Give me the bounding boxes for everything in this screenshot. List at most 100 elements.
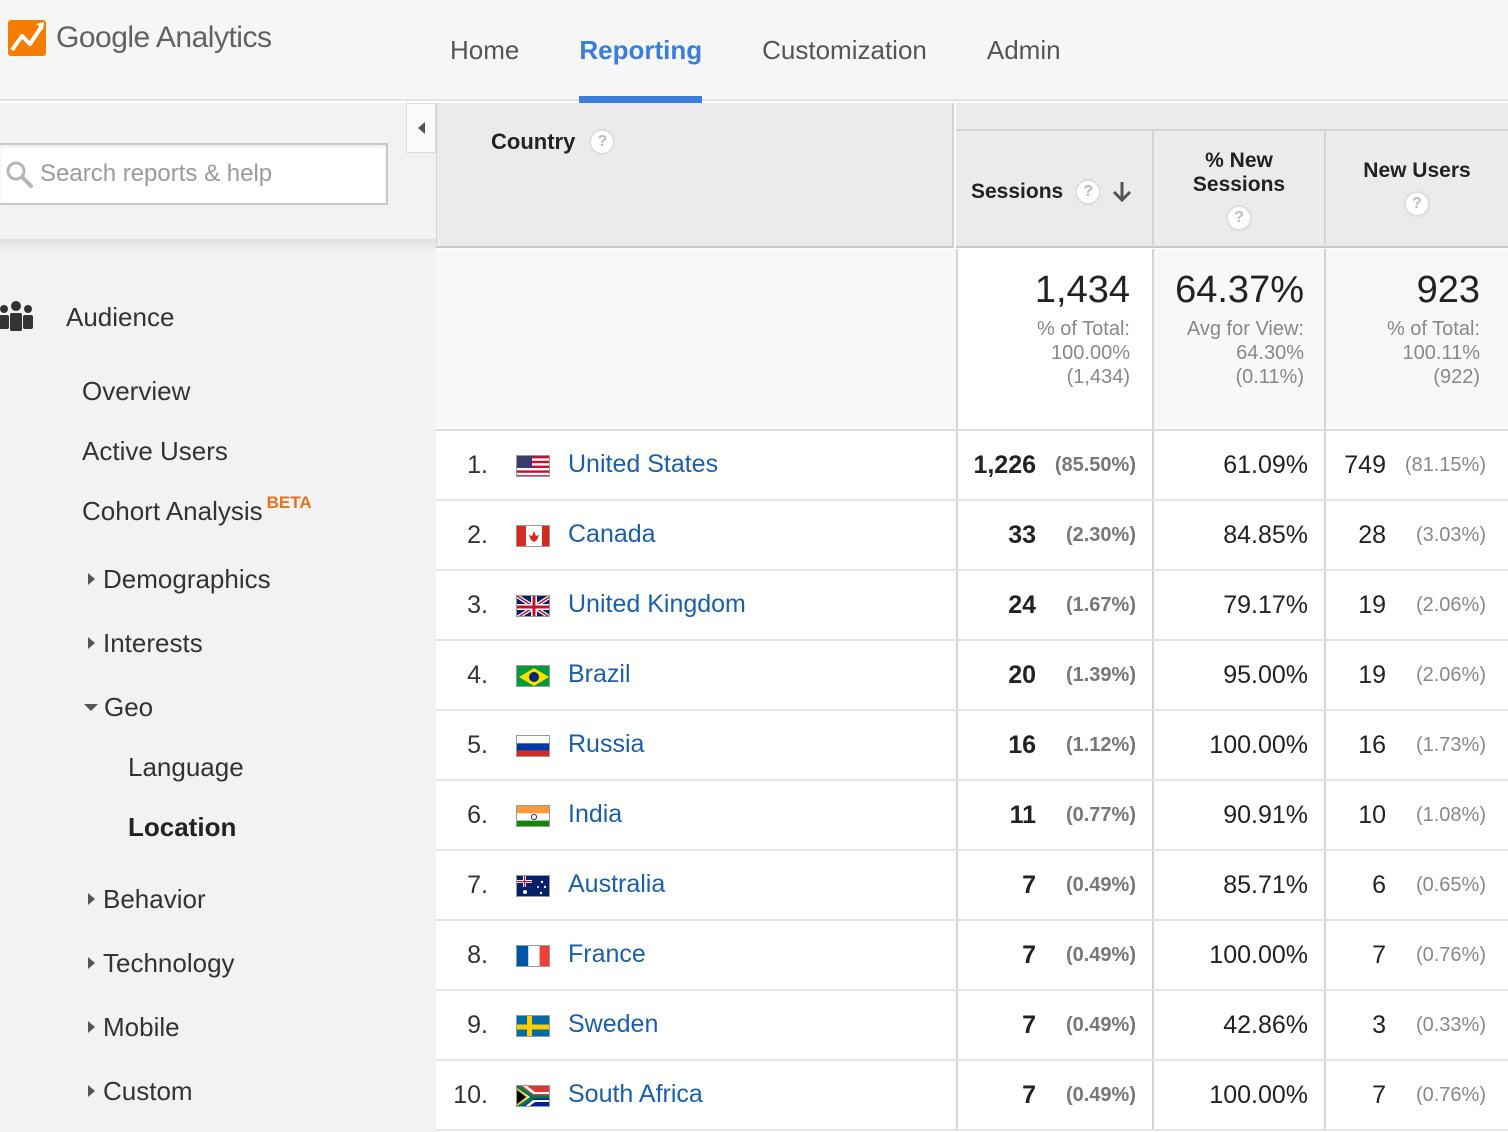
sidebar-item-geo[interactable]: Geo	[84, 687, 153, 727]
table-row: 1. United States 1,226 (85.50%) 61.09% 749 (81…	[436, 431, 1508, 501]
country-link[interactable]: South Africa	[568, 1080, 703, 1109]
new-sessions-cell: 100.00%	[1154, 921, 1326, 989]
sidebar-item-label: Cohort Analysis	[82, 495, 263, 526]
sidebar-item-language[interactable]: Language	[128, 747, 244, 787]
new-sessions-header[interactable]: % New Sessions ?	[1154, 131, 1326, 248]
country-link[interactable]: Canada	[568, 520, 656, 549]
sessions-percent: (85.50%)	[1054, 454, 1136, 476]
country-link[interactable]: United States	[568, 450, 718, 479]
sessions-cell: 16 (1.12%)	[956, 711, 1154, 779]
ca-flag-icon	[516, 525, 550, 547]
new-users-header[interactable]: New Users ?	[1326, 131, 1508, 248]
table-row: 5. Russia 16 (1.12%) 100.00% 16 (1.73%)	[436, 711, 1508, 781]
sidebar-item-active-users[interactable]: Active Users	[82, 431, 228, 471]
nav-customization[interactable]: Customization	[732, 0, 957, 101]
collapse-sidebar-button[interactable]	[406, 103, 436, 153]
country-link[interactable]: India	[568, 800, 622, 829]
nav-home[interactable]: Home	[420, 0, 549, 101]
sessions-value: 7	[1022, 941, 1036, 969]
help-icon[interactable]: ?	[1075, 179, 1102, 205]
sessions-percent: (0.49%)	[1065, 1014, 1136, 1036]
new-users-header-label: New Users	[1363, 159, 1471, 182]
sessions-total: 1,434 % of Total: 100.00% (1,434)	[956, 249, 1154, 429]
new-sessions-cell: 100.00%	[1154, 711, 1326, 779]
sort-descending-icon[interactable]	[1111, 180, 1133, 204]
sidebar-item-behavior[interactable]: Behavior	[88, 879, 206, 919]
row-index: 8.	[467, 941, 488, 969]
brand-name: Google Analytics	[56, 21, 272, 54]
row-index: 7.	[467, 871, 488, 899]
total-caption: 100.00%	[1051, 342, 1130, 364]
sidebar-item-label: Location	[128, 811, 237, 842]
fr-flag-icon	[516, 945, 550, 967]
sessions-value: 20	[1008, 661, 1036, 689]
header-band	[956, 103, 1508, 131]
new-users-value: 749	[1344, 451, 1386, 479]
new-users-percent: (2.06%)	[1415, 664, 1486, 686]
help-icon[interactable]: ?	[1226, 205, 1252, 231]
audience-section[interactable]: Audience	[0, 291, 174, 343]
sessions-percent: (0.49%)	[1065, 874, 1136, 896]
new-users-percent: (2.06%)	[1415, 594, 1486, 616]
new-users-total-value: 923	[1416, 269, 1480, 311]
sidebar-item-label: Mobile	[103, 1011, 180, 1042]
sidebar-item-label: Technology	[103, 947, 235, 978]
new-users-value: 10	[1358, 801, 1386, 829]
sidebar-item-label: Custom	[103, 1075, 193, 1106]
sessions-value: 11	[1009, 801, 1036, 829]
sidebar-item-cohort-analysis[interactable]: Cohort Analysis BETA	[82, 491, 312, 531]
app-logo[interactable]: Google Analytics	[8, 18, 272, 58]
beta-badge: BETA	[266, 493, 312, 512]
audience-label: Audience	[66, 301, 175, 332]
table-row: 9. Sweden 7 (0.49%) 42.86% 3 (0.33%)	[436, 991, 1508, 1061]
divider	[0, 239, 436, 253]
sessions-cell: 1,226 (85.50%)	[956, 431, 1154, 499]
country-link[interactable]: United Kingdom	[568, 590, 746, 619]
nav-reporting[interactable]: Reporting	[549, 0, 732, 103]
row-index: 3.	[467, 591, 488, 619]
au-flag-icon	[516, 875, 550, 897]
country-link[interactable]: Russia	[568, 730, 644, 759]
row-index: 1.	[467, 451, 488, 479]
sidebar-item-overview[interactable]: Overview	[82, 371, 190, 411]
sessions-percent: (0.49%)	[1065, 1084, 1136, 1106]
us-flag-icon	[516, 455, 550, 477]
sidebar-item-custom[interactable]: Custom	[88, 1071, 193, 1111]
za-flag-icon	[516, 1085, 550, 1107]
sessions-percent: (0.49%)	[1065, 944, 1136, 966]
row-index: 5.	[467, 731, 488, 759]
sidebar-item-interests[interactable]: Interests	[88, 623, 203, 663]
sessions-value: 7	[1022, 1011, 1036, 1039]
sessions-value: 7	[1022, 871, 1036, 899]
sidebar-item-demographics[interactable]: Demographics	[88, 559, 271, 599]
new-sessions-total-value: 64.37%	[1175, 269, 1304, 311]
row-index: 2.	[467, 521, 488, 549]
new-users-cell: 19 (2.06%)	[1326, 571, 1508, 639]
country-header-label[interactable]: Country	[491, 129, 575, 155]
country-link[interactable]: France	[568, 940, 646, 969]
help-icon[interactable]: ?	[589, 129, 616, 155]
new-sessions-value: 95.00%	[1223, 661, 1308, 689]
sidebar-item-mobile[interactable]: Mobile	[88, 1007, 180, 1047]
sidebar-item-technology[interactable]: Technology	[88, 943, 235, 983]
sessions-value: 1,226	[973, 451, 1036, 479]
chevron-left-icon	[417, 122, 425, 134]
table-row: 4. Brazil 20 (1.39%) 95.00% 19 (2.06%)	[436, 641, 1508, 711]
new-users-value: 7	[1372, 941, 1386, 969]
sidebar-item-location[interactable]: Location	[128, 807, 236, 847]
new-sessions-value: 84.85%	[1223, 521, 1308, 549]
country-link[interactable]: Sweden	[568, 1010, 658, 1039]
summary-row: 1,434 % of Total: 100.00% (1,434) 64.37%…	[436, 249, 1508, 431]
sidebar-item-label: Geo	[104, 691, 154, 722]
sessions-header[interactable]: Sessions ?	[956, 131, 1154, 248]
country-link[interactable]: Australia	[568, 870, 665, 899]
search-input[interactable]	[40, 160, 360, 188]
help-icon[interactable]: ?	[1404, 191, 1430, 217]
sessions-header-label: Sessions	[971, 180, 1064, 203]
new-sessions-cell: 84.85%	[1154, 501, 1326, 569]
nav-admin[interactable]: Admin	[957, 0, 1091, 101]
new-sessions-value: 100.00%	[1209, 941, 1308, 969]
total-caption: 64.30%	[1236, 342, 1304, 364]
new-sessions-value: 42.86%	[1223, 1011, 1308, 1039]
country-link[interactable]: Brazil	[568, 660, 631, 689]
